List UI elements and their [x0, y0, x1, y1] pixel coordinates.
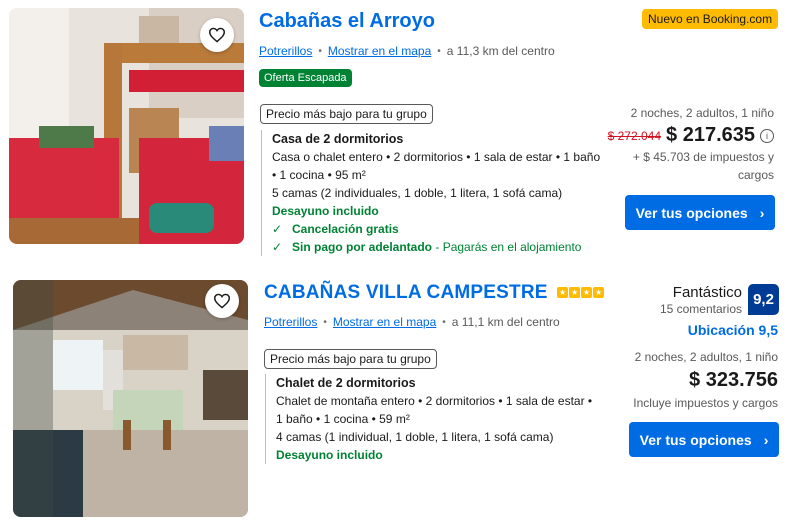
distance-text: a 11,1 km del centro — [451, 315, 560, 329]
checkmark-icon: ✓ — [272, 240, 283, 254]
taxes-text: + $ 45.703 de impuestos y — [632, 150, 774, 164]
room-description-line-2: 1 baño • 1 cocina • 59 m² — [276, 412, 410, 426]
see-options-label: Ver tus opciones — [635, 204, 748, 221]
checkmark-icon: ✓ — [272, 222, 283, 236]
room-description-line-2: • 1 cocina • 95 m² — [272, 168, 366, 182]
current-price: $ 217.635 — [666, 124, 755, 146]
property-card-2: CABAÑAS VILLA CAMPESTRE ★ ★ ★ ★ Potreril… — [0, 268, 790, 527]
see-options-label: Ver tus opciones — [639, 431, 752, 448]
free-cancellation-text: Cancelación gratis — [292, 222, 399, 236]
room-details: Casa de 2 dormitorios Casa o chalet ente… — [261, 130, 601, 256]
review-count: 15 comentarios — [659, 302, 742, 316]
price-row: $ 323.756 — [689, 369, 778, 392]
favorite-heart-button[interactable] — [200, 18, 234, 52]
heart-icon — [213, 293, 231, 309]
breakfast-included: Desayuno incluido — [276, 448, 383, 462]
price-row: $ 272.044 $ 217.635 i — [608, 124, 774, 147]
location-score: Ubicación 9,5 — [687, 322, 778, 338]
beds-info: 4 camas (1 individual, 1 doble, 1 litera… — [276, 430, 554, 444]
no-prepayment-text: Sin pago por adelantado — [292, 240, 433, 254]
review-verdict: Fantástico — [672, 284, 742, 301]
favorite-heart-button[interactable] — [205, 284, 239, 318]
show-on-map-link[interactable]: Mostrar en el mapa — [333, 315, 436, 329]
room-name: Casa de 2 dormitorios — [272, 132, 404, 146]
separator-dot: • — [318, 45, 322, 57]
group-price-pill: Precio más bajo para tu grupo — [260, 104, 433, 124]
current-price: $ 323.756 — [689, 369, 778, 391]
separator-dot: • — [442, 316, 446, 328]
room-details: Chalet de 2 dormitorios Chalet de montañ… — [265, 374, 605, 464]
star-icon: ★ — [581, 287, 593, 299]
separator-dot: • — [437, 45, 441, 57]
location-row: Potrerillos • Mostrar en el mapa • a 11,… — [259, 44, 555, 58]
taxes-text-2: cargos — [737, 168, 774, 182]
see-options-button[interactable]: Ver tus opciones › — [629, 422, 779, 457]
group-price-pill: Precio más bajo para tu grupo — [264, 349, 437, 369]
original-price: $ 272.044 — [607, 128, 662, 143]
no-prepayment-row: ✓ Sin pago por adelantado - Pagarás en e… — [272, 238, 601, 256]
star-rating: ★ ★ ★ ★ — [557, 287, 605, 299]
see-options-button[interactable]: Ver tus opciones › — [625, 195, 775, 230]
star-icon: ★ — [593, 287, 605, 299]
location-link[interactable]: Potrerillos — [264, 315, 317, 329]
new-on-booking-badge: Nuevo en Booking.com — [642, 9, 779, 29]
property-title[interactable]: Cabañas el Arroyo — [259, 10, 435, 33]
room-description-line-1: Chalet de montaña entero • 2 dormitorios… — [276, 394, 593, 408]
separator-dot: • — [323, 316, 327, 328]
location-row: Potrerillos • Mostrar en el mapa • a 11,… — [264, 315, 560, 329]
deal-badge: Oferta Escapada — [259, 69, 352, 87]
taxes-text: Incluye impuestos y cargos — [633, 396, 778, 410]
free-cancellation-row: ✓ Cancelación gratis — [272, 220, 601, 238]
review-score-badge[interactable]: 9,2 — [748, 284, 779, 315]
chevron-right-icon: › — [759, 204, 765, 221]
stay-info: 2 noches, 2 adultos, 1 niño — [634, 350, 778, 364]
star-icon: ★ — [557, 287, 569, 299]
room-description-line-1: Casa o chalet entero • 2 dormitorios • 1… — [272, 150, 601, 164]
property-card-1: Cabañas el Arroyo Nuevo en Booking.com P… — [0, 0, 790, 262]
show-on-map-link[interactable]: Mostrar en el mapa — [328, 44, 431, 58]
distance-text: a 11,3 km del centro — [446, 44, 555, 58]
info-icon[interactable]: i — [760, 128, 774, 143]
property-title-text: CABAÑAS VILLA CAMPESTRE — [264, 282, 548, 303]
location-link[interactable]: Potrerillos — [259, 44, 312, 58]
stay-info: 2 noches, 2 adultos, 1 niño — [630, 106, 774, 120]
no-prepayment-note: - Pagarás en el alojamiento — [435, 240, 582, 254]
chevron-right-icon: › — [763, 431, 769, 448]
breakfast-included: Desayuno incluido — [272, 204, 379, 218]
property-title[interactable]: CABAÑAS VILLA CAMPESTRE ★ ★ ★ ★ — [264, 282, 605, 304]
beds-info: 5 camas (2 individuales, 1 doble, 1 lite… — [272, 186, 563, 200]
heart-icon — [208, 27, 226, 43]
room-name: Chalet de 2 dormitorios — [276, 376, 416, 390]
star-icon: ★ — [569, 287, 581, 299]
